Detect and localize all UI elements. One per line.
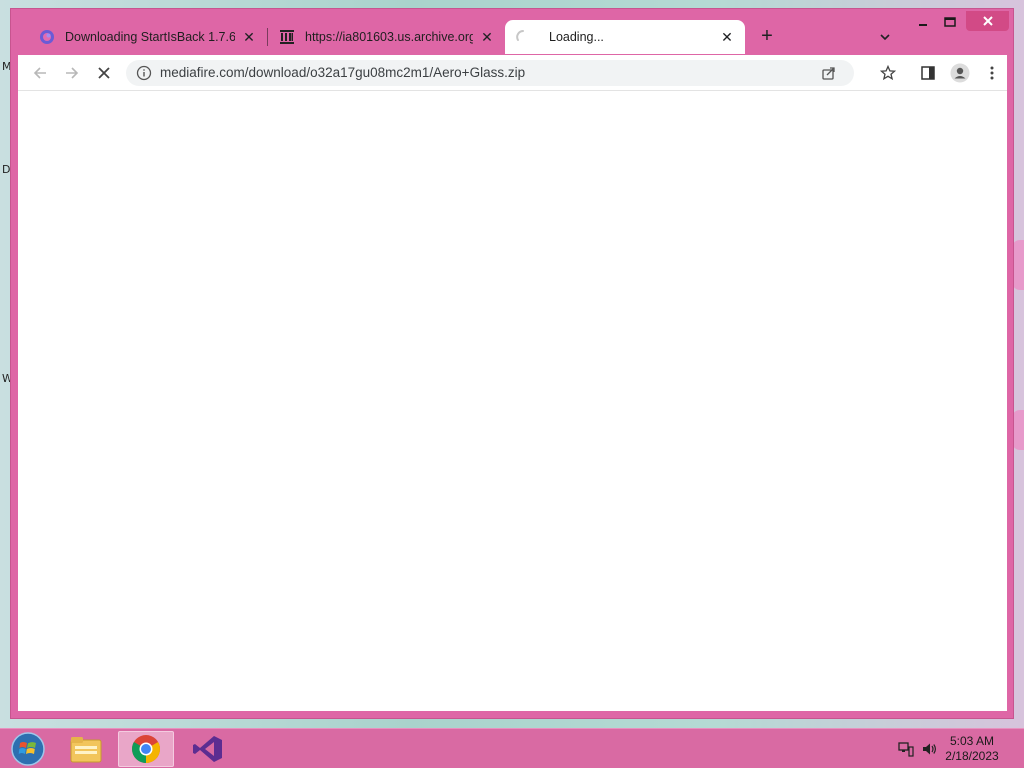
forward-button[interactable] <box>62 63 82 83</box>
back-button[interactable] <box>30 63 50 83</box>
maximize-icon <box>944 17 956 27</box>
tab-close-button[interactable]: ✕ <box>479 29 495 45</box>
menu-button[interactable] <box>982 63 1002 83</box>
tab-loading-active[interactable]: Loading... ✕ <box>505 20 745 54</box>
taskbar-visual-studio[interactable] <box>180 731 236 767</box>
kebab-menu-icon <box>990 66 994 80</box>
tab-archive-org[interactable]: https://ia801603.us.archive.org/T ✕ <box>269 21 505 53</box>
stop-loading-button[interactable] <box>94 63 114 83</box>
browser-toolbar: mediafire.com/download/o32a17gu08mc2m1/A… <box>18 55 1007 91</box>
bookmark-button[interactable] <box>878 63 898 83</box>
close-window-button[interactable] <box>966 11 1009 31</box>
start-button[interactable] <box>0 731 56 767</box>
close-icon <box>982 16 993 26</box>
loading-spinner-icon <box>516 30 524 41</box>
tab-title: Loading... <box>549 30 604 44</box>
tab-close-button[interactable]: ✕ <box>719 29 735 45</box>
tab-title: Downloading StartIsBack 1.7.6 (f <box>65 30 235 44</box>
tab-startisback[interactable]: Downloading StartIsBack 1.7.6 (f ✕ <box>29 21 267 53</box>
archive-org-favicon <box>280 30 294 44</box>
avatar-icon <box>950 63 970 83</box>
tab-divider <box>267 28 268 46</box>
network-icon[interactable] <box>898 741 914 757</box>
url-text[interactable]: mediafire.com/download/o32a17gu08mc2m1/A… <box>160 65 525 80</box>
side-panel-button[interactable] <box>918 63 938 83</box>
windows-logo-icon <box>11 732 45 766</box>
info-icon[interactable] <box>136 65 152 81</box>
clock[interactable]: 5:03 AM 2/18/2023 <box>937 734 1007 764</box>
share-icon[interactable] <box>821 65 837 81</box>
browser-window: Downloading StartIsBack 1.7.6 (f ✕ https… <box>10 8 1014 719</box>
arrow-left-icon <box>33 67 46 79</box>
minimize-button[interactable] <box>910 12 936 32</box>
side-panel-icon <box>921 66 935 80</box>
tab-title: https://ia801603.us.archive.org/T <box>305 30 473 44</box>
clock-time: 5:03 AM <box>949 734 995 748</box>
taskbar-chrome[interactable] <box>118 731 174 767</box>
profile-button[interactable] <box>950 63 970 83</box>
arrow-right-icon <box>66 67 79 79</box>
address-bar[interactable]: mediafire.com/download/o32a17gu08mc2m1/A… <box>126 60 854 86</box>
generic-site-favicon <box>40 30 54 44</box>
tab-strip: Downloading StartIsBack 1.7.6 (f ✕ https… <box>11 9 1013 55</box>
page-content[interactable] <box>18 91 1007 711</box>
minimize-icon <box>919 24 927 26</box>
chevron-down-icon[interactable] <box>876 29 894 45</box>
taskbar-file-explorer[interactable] <box>58 731 114 767</box>
clock-date: 2/18/2023 <box>945 749 999 763</box>
taskbar: 5:03 AM 2/18/2023 <box>0 728 1024 768</box>
folder-icon <box>70 737 102 763</box>
visual-studio-icon <box>193 736 222 762</box>
volume-icon[interactable] <box>921 741 937 757</box>
star-icon <box>880 65 896 81</box>
tab-close-button[interactable]: ✕ <box>241 29 257 45</box>
stop-x-icon <box>98 67 110 79</box>
chrome-icon <box>132 735 160 763</box>
maximize-button[interactable] <box>937 12 963 32</box>
new-tab-button[interactable]: + <box>756 26 778 48</box>
